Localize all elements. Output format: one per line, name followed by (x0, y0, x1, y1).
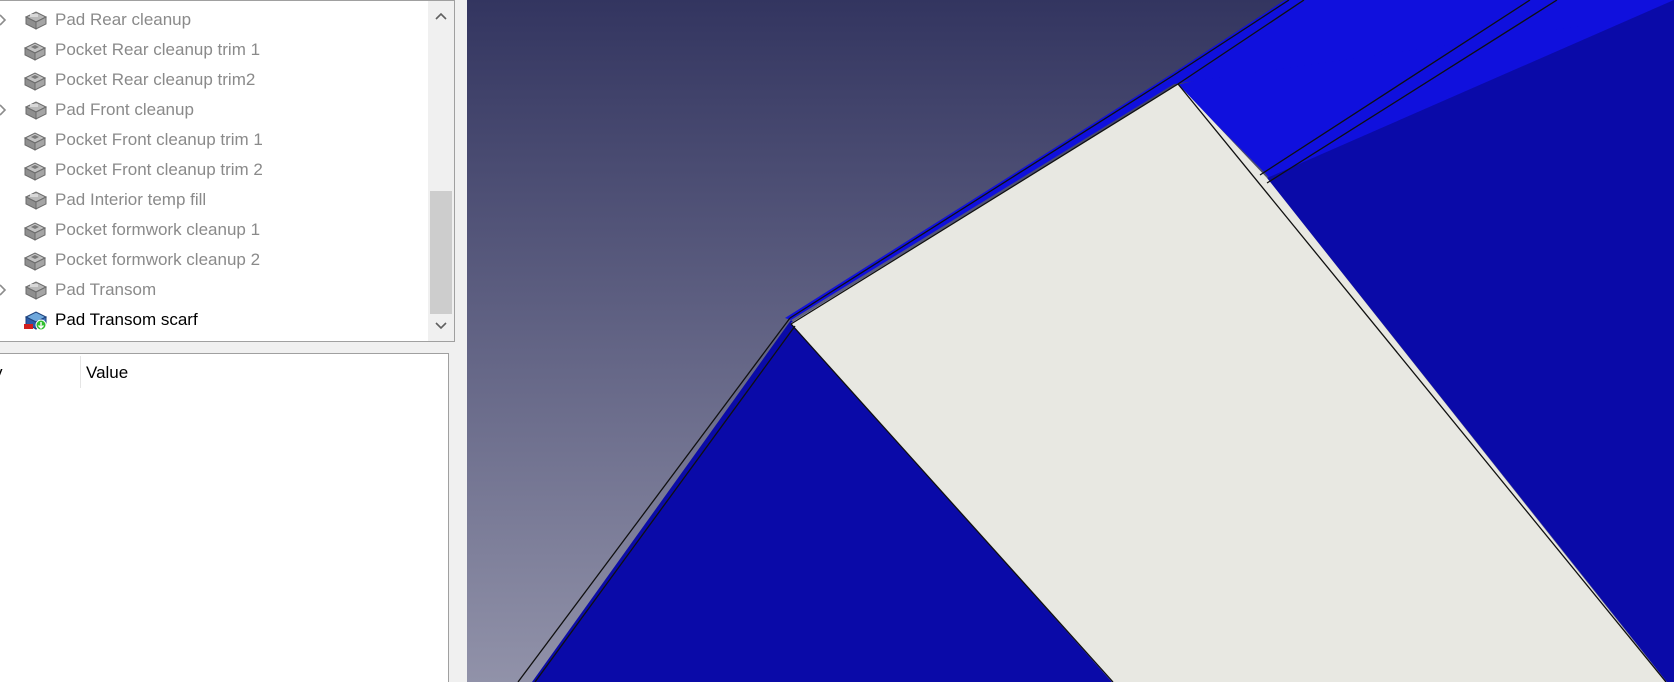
pad-tip-icon (22, 309, 48, 331)
property-column-header[interactable]: y (0, 363, 3, 383)
value-column-header[interactable]: Value (86, 363, 128, 383)
tree-item[interactable]: Pad Interior temp fill (0, 185, 428, 215)
left-panel: Pad Rear cleanup Pocket Rear cleanup trim… (0, 0, 467, 682)
tree-item[interactable]: Pocket Front cleanup trim 2 (0, 155, 428, 185)
tree-item-label: Pocket Rear cleanup trim2 (55, 70, 256, 89)
model-tree[interactable]: Pad Rear cleanup Pocket Rear cleanup trim… (0, 0, 455, 342)
pad-icon (22, 189, 48, 211)
tree-item-label: Pocket formwork cleanup 2 (55, 250, 261, 269)
chevron-up-icon (435, 12, 447, 20)
scroll-down-button[interactable] (428, 311, 454, 341)
pocket-icon (22, 159, 47, 181)
tree-item-label: Pocket Front cleanup trim 1 (55, 130, 263, 149)
pocket-icon (22, 39, 47, 61)
chevron-right-icon[interactable] (0, 283, 10, 297)
tree-scrollbar[interactable] (428, 1, 454, 341)
chevron-right-icon[interactable] (0, 13, 10, 27)
pad-icon (22, 9, 48, 31)
3d-scene (467, 0, 1674, 683)
3d-viewport[interactable] (467, 0, 1674, 683)
tree-item-label: Pad Interior temp fill (55, 190, 207, 209)
tree-item-label: Pad Transom (55, 280, 157, 299)
tree-item[interactable]: Pad Front cleanup (0, 95, 428, 125)
tree-item-label: Pocket Rear cleanup trim 1 (55, 40, 261, 59)
tree-item[interactable]: Pocket formwork cleanup 2 (0, 245, 428, 275)
pocket-icon (22, 69, 47, 91)
property-view[interactable]: y Value (0, 353, 449, 682)
tree-item[interactable]: Pocket Front cleanup trim 1 (0, 125, 428, 155)
tree-item[interactable]: Pad Transom (0, 275, 428, 305)
pocket-icon (22, 249, 47, 271)
property-header: y Value (0, 354, 447, 391)
tree-item-label: Pocket Front cleanup trim 2 (55, 160, 263, 179)
tree-item[interactable]: Pocket Rear cleanup trim 1 (0, 35, 428, 65)
pad-icon (22, 99, 48, 121)
pocket-icon (22, 219, 47, 241)
pad-icon (22, 279, 48, 301)
tree-item-label: Pad Front cleanup (55, 100, 194, 119)
tree-item-label: Pocket formwork cleanup 1 (55, 220, 261, 239)
chevron-down-icon (435, 322, 447, 330)
tree-item[interactable]: Pocket Rear cleanup trim2 (0, 65, 428, 95)
scroll-up-button[interactable] (428, 1, 454, 31)
tree-item[interactable]: Pocket formwork cleanup 1 (0, 215, 428, 245)
tree-item[interactable]: Pad Transom scarf (0, 305, 428, 335)
column-divider[interactable] (80, 356, 81, 388)
pocket-icon (22, 129, 47, 151)
scroll-thumb[interactable] (430, 191, 452, 314)
tree-item[interactable]: Pad Rear cleanup (0, 5, 428, 35)
tree-item-label: Pad Rear cleanup (55, 10, 192, 29)
tree-item-label: Pad Transom scarf (55, 310, 198, 329)
chevron-right-icon[interactable] (0, 103, 10, 117)
